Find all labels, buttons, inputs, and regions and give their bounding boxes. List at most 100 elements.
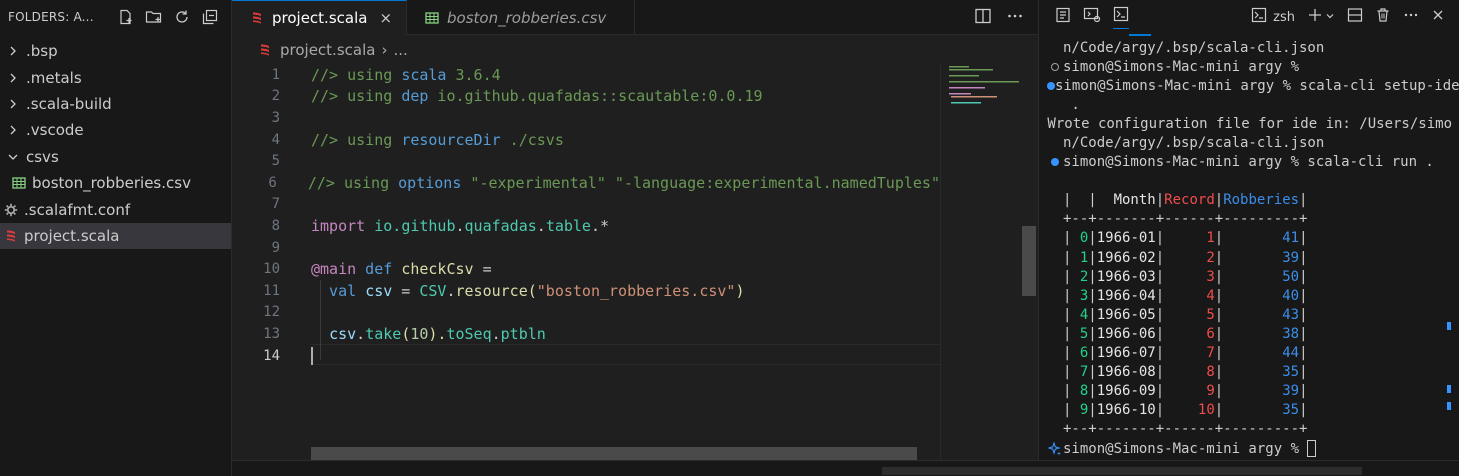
- breadcrumb-rest[interactable]: ...: [393, 41, 407, 59]
- terminal-output[interactable]: n/Code/argy/.bsp/scala-cli.json simon@Si…: [1047, 38, 1459, 458]
- close-icon[interactable]: ×: [379, 9, 392, 27]
- horizontal-scrollbar[interactable]: [311, 447, 917, 461]
- code-line: 10 @main def checkCsv =: [232, 258, 940, 280]
- gear-icon: [4, 203, 18, 217]
- terminal-instance-selector[interactable]: zsh: [1251, 7, 1295, 27]
- tree-item-scalafmt-conf[interactable]: .scalafmt.conf: [0, 196, 231, 222]
- explorer-header: FOLDERS: A...: [0, 0, 231, 34]
- tree-item-vscode[interactable]: .vscode: [0, 117, 231, 143]
- tree-item-label: .vscode: [26, 121, 84, 140]
- command-status-icon[interactable]: [1051, 158, 1059, 167]
- line-number: 7: [271, 196, 280, 213]
- line-number: 9: [271, 239, 280, 256]
- terminal-horizontal-scrollbar[interactable]: [882, 467, 1362, 475]
- code-line: 14: [232, 345, 940, 367]
- debug-console-icon[interactable]: [1083, 7, 1101, 27]
- terminal-tab-indicator: [1129, 34, 1151, 36]
- more-actions-icon[interactable]: [1403, 7, 1419, 27]
- terminal-icon[interactable]: [1113, 6, 1129, 29]
- tab-project-scala[interactable]: project.scala ×: [232, 0, 408, 35]
- trash-icon[interactable]: [1375, 7, 1391, 27]
- terminal-cursor: [1307, 440, 1317, 458]
- table-row: | 9 | 1966-10 | 10 | 35 |: [1063, 402, 1308, 419]
- sparkle-icon[interactable]: [1047, 441, 1063, 456]
- terminal-prompt-line: simon@Simons-Mac-mini argy %: [1047, 439, 1452, 458]
- tree-item-project-scala[interactable]: project.scala: [0, 222, 231, 250]
- vertical-scrollbar-thumb[interactable]: [1022, 226, 1036, 296]
- table-row: | 3 | 1966-04 | 4 | 40 |: [1063, 287, 1308, 304]
- output-icon[interactable]: [1055, 7, 1071, 27]
- code-line: 5: [232, 150, 940, 172]
- tree-item-label: csvs: [26, 147, 59, 166]
- scala-file-icon: [258, 43, 272, 57]
- line-number: 8: [271, 217, 280, 234]
- tree-item-scala-build[interactable]: .scala-build: [0, 91, 231, 117]
- tree-item-bsp[interactable]: .bsp: [0, 38, 231, 64]
- tree-item-boston-robberies-csv[interactable]: boston_robberies.csv: [0, 170, 231, 196]
- line-number: 11: [263, 282, 280, 299]
- chevron-down-icon[interactable]: [1325, 10, 1335, 25]
- terminal-shell-label: zsh: [1273, 9, 1295, 25]
- table-body: | 0 | 1966-01 | 1 | 41 | | 1 | 1966-02 | 2 | 39 | | …: [1047, 229, 1452, 420]
- new-folder-icon[interactable]: [143, 6, 165, 28]
- minimap[interactable]: [940, 64, 1022, 460]
- table-row: | 8 | 1966-09 | 9 | 39 |: [1063, 383, 1308, 400]
- breadcrumb-file[interactable]: project.scala: [280, 41, 375, 59]
- tree-item-label: .scalafmt.conf: [24, 200, 131, 219]
- code-line: 13 csv.take(10).toSeq.ptbln: [232, 323, 940, 345]
- table-header-row: | | Month | Record | Robberies |: [1063, 192, 1308, 209]
- table-row: | 0 | 1966-01 | 1 | 41 |: [1063, 230, 1308, 247]
- terminal-line: Wrote configuration file for ide in: /Us…: [1047, 115, 1452, 132]
- new-file-icon[interactable]: [115, 6, 137, 28]
- csv-file-icon: [425, 11, 439, 25]
- code-line: 7: [232, 194, 940, 216]
- code-line: 3: [232, 107, 940, 129]
- split-editor-icon[interactable]: [974, 7, 992, 29]
- tree-item-label: .bsp: [26, 42, 58, 61]
- terminal-panel: zsh n/Code/argy/.bsp/scala-cli.json simo…: [1038, 0, 1459, 476]
- tab-label: boston_robberies.csv: [447, 8, 607, 27]
- editor-pane: project.scala × boston_robberies.csv pro…: [232, 0, 1038, 476]
- tree-item-metals[interactable]: .metals: [0, 64, 231, 90]
- code-line: 11 val csv = CSV.resource("boston_robber…: [232, 280, 940, 302]
- code-area[interactable]: 1 //> using scala 3.6.4 2 //> using dep …: [232, 64, 940, 366]
- line-number: 12: [263, 304, 280, 321]
- terminal-line: n/Code/argy/.bsp/scala-cli.json: [1063, 135, 1325, 152]
- chevron-right-icon: [6, 97, 20, 111]
- command-status-icon[interactable]: [1051, 62, 1059, 71]
- table-separator: +--+-------+------+---------+: [1063, 421, 1308, 438]
- terminal-line: simon@Simons-Mac-mini argy % scala-cli s…: [1047, 76, 1459, 95]
- refresh-icon[interactable]: [171, 6, 193, 28]
- tree-item-label: .scala-build: [26, 94, 112, 113]
- close-panel-icon[interactable]: [1431, 8, 1445, 26]
- new-terminal-icon[interactable]: [1307, 7, 1323, 27]
- tree-item-label: project.scala: [24, 226, 120, 245]
- tree-item-csvs[interactable]: csvs: [0, 144, 231, 170]
- table-row: | 2 | 1966-03 | 3 | 50 |: [1063, 268, 1308, 285]
- terminal-line: simon@Simons-Mac-mini argy %: [1047, 57, 1452, 76]
- table-row: | 6 | 1966-07 | 7 | 44 |: [1063, 345, 1308, 362]
- terminal-icon: [1251, 7, 1267, 27]
- terminal-line: simon@Simons-Mac-mini argy % scala-cli r…: [1047, 153, 1452, 172]
- chevron-right-icon: [6, 123, 20, 137]
- code-line: 6 //> using options "-experimental" "-la…: [232, 172, 940, 194]
- explorer-title: FOLDERS: A...: [8, 10, 94, 24]
- more-actions-icon[interactable]: [1006, 7, 1024, 29]
- collapse-all-icon[interactable]: [199, 6, 221, 28]
- csv-file-icon: [12, 176, 26, 190]
- file-tree: .bsp .metals .scala-build .vscode csvs b…: [0, 38, 231, 250]
- tab-boston-robberies-csv[interactable]: boston_robberies.csv: [407, 0, 636, 35]
- breadcrumb-separator: ›: [381, 41, 388, 59]
- text-cursor: [311, 346, 313, 365]
- line-number: 10: [263, 261, 280, 278]
- command-status-icon[interactable]: [1047, 81, 1055, 90]
- split-terminal-icon[interactable]: [1347, 7, 1363, 27]
- editor-tabs: project.scala × boston_robberies.csv: [232, 0, 1038, 35]
- terminal-line: .: [1063, 96, 1080, 113]
- bottom-bar: [232, 460, 1459, 476]
- code-line: 2 //> using dep io.github.quafadas::scau…: [232, 86, 940, 108]
- chevron-down-icon: [6, 150, 20, 164]
- line-number: 1: [271, 66, 280, 83]
- chevron-right-icon: [6, 44, 20, 58]
